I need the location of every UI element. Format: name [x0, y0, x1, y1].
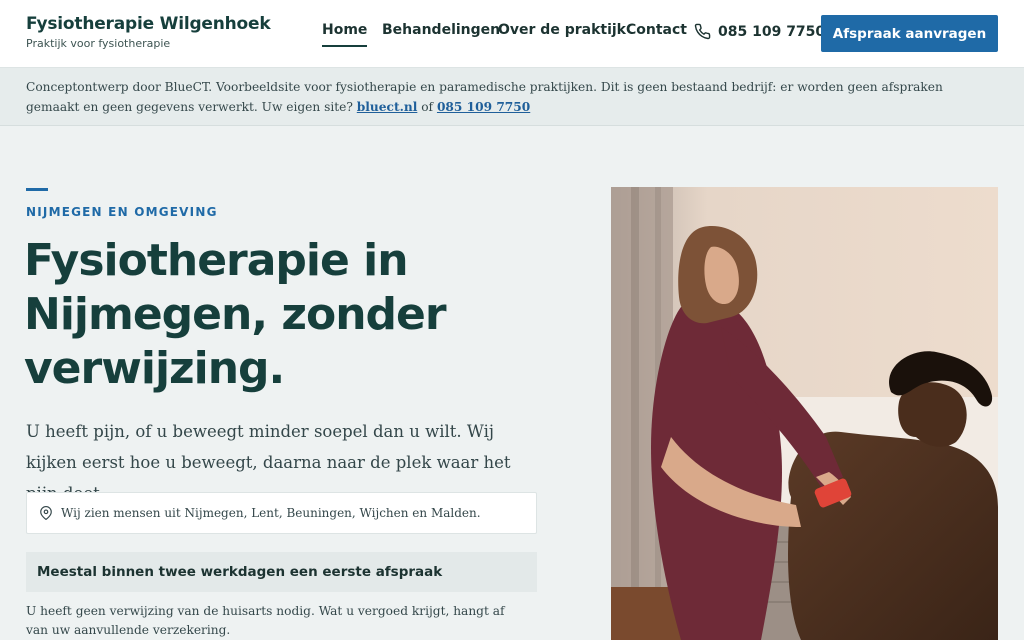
- notice-between: of: [421, 100, 434, 114]
- nav-over-de-praktijk[interactable]: Over de praktijk: [498, 22, 626, 38]
- brand-name[interactable]: Fysiotherapie Wilgenhoek: [26, 14, 271, 34]
- appointment-speed-box: Meestal binnen twee werkdagen een eerste…: [26, 552, 537, 592]
- nav-behandelingen[interactable]: Behandelingen: [382, 22, 500, 38]
- nav-home[interactable]: Home: [322, 22, 368, 47]
- accent-line: [26, 188, 48, 191]
- site-header: Fysiotherapie Wilgenhoek Praktijk voor f…: [0, 0, 1024, 68]
- hero-photo-illustration: [611, 187, 998, 640]
- notice-link-bluect[interactable]: bluect.nl: [357, 100, 418, 114]
- hero-eyebrow: NIJMEGEN EN OMGEVING: [26, 205, 218, 219]
- brand[interactable]: Fysiotherapie Wilgenhoek Praktijk voor f…: [26, 14, 271, 50]
- hero-title: Fysiotherapie in Nijmegen, zonder verwij…: [24, 235, 447, 394]
- brand-tagline: Praktijk voor fysiotherapie: [26, 37, 171, 50]
- phone-icon: [694, 23, 711, 40]
- referral-note: U heeft geen verwijzing van de huisarts …: [26, 604, 505, 637]
- nav-contact[interactable]: Contact: [626, 22, 687, 38]
- map-pin-icon: [40, 506, 52, 520]
- appointment-speed-text: Meestal binnen twee werkdagen een eerste…: [37, 564, 443, 580]
- service-area-box: Wij zien mensen uit Nijmegen, Lent, Beun…: [26, 492, 537, 534]
- service-area-text: Wij zien mensen uit Nijmegen, Lent, Beun…: [61, 506, 481, 520]
- notice-link-phone[interactable]: 085 109 7750: [437, 100, 530, 114]
- hero-photo-physiotherapist-treating-patient: [611, 187, 998, 640]
- phone-number[interactable]: 085 109 7750: [718, 24, 825, 40]
- request-appointment-button[interactable]: Afspraak aanvragen: [821, 15, 998, 52]
- concept-notice: Conceptontwerp door BlueCT. Voorbeeldsit…: [0, 68, 1024, 126]
- phone-link[interactable]: 085 109 7750: [694, 23, 825, 40]
